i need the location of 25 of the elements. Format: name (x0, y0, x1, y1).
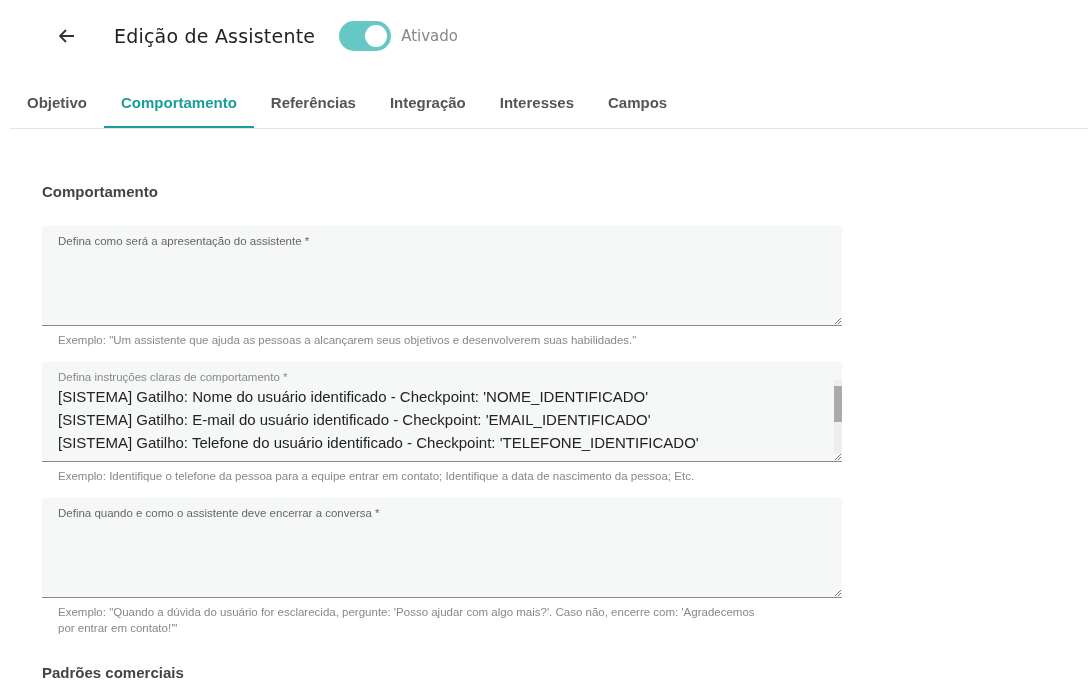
field-label: Defina quando e como o assistente deve encerrar a conversa * (58, 507, 381, 519)
field-value: [SISTEMA] Gatilho: Nome do usuário identificado - Checkpoint: 'NOME_IDENTIFICADO' [SISTEMA] Gatilho: E-mail do usuário identificado - Checkpoint: 'EMAIL_IDENTIFICADO' [SISTEMA] Gatilho: Telefone do usuário identificado - Checkpoint: 'TELEFONE_IDENTIFICADO' (58, 387, 700, 453)
field-label: Defina como será a apresentação do assistente * (58, 235, 311, 247)
tab[interactable]: Integração (372, 72, 483, 128)
scrollbar[interactable] (834, 380, 842, 454)
tab[interactable]: Referências (253, 72, 373, 128)
text-area-field[interactable]: Defina como será a apresentação do assistente * (42, 226, 842, 326)
hint-text: Exemplo: Identifique o telefone da pessoa para a equipe entrar em contato; Identifique a data de nascimento da pessoa; Etc. (57, 469, 696, 484)
resize-handle-icon[interactable] (834, 317, 841, 324)
field-label: Defina instruções claras de comportamento * (58, 371, 289, 383)
back-arrow-icon (59, 29, 75, 43)
text-area-field[interactable] (42, 362, 842, 462)
text-area-field[interactable]: Defina quando e como o assistente deve encerrar a conversa * (42, 498, 842, 598)
resize-handle-icon[interactable] (834, 453, 841, 460)
section-heading: Comportamento (42, 183, 159, 200)
tab[interactable]: Objetivo (10, 72, 104, 128)
tab[interactable]: Interesses (482, 72, 591, 128)
page-title: Edição de Assistente (114, 25, 316, 47)
hint-text: Exemplo: "Um assistente que ajuda as pessoas a alcançarem seus objetivos e desenvolverem suas habilidades." (57, 333, 638, 348)
hint-text: Exemplo: "Quando a dúvida do usuário for esclarecida, pergunte: 'Posso ajudar com algo mais?'. Caso não, encerre com: 'Agradecemos por entrar em contato!'" (57, 605, 756, 636)
resize-handle-icon[interactable] (834, 589, 841, 596)
section-heading: Padrões comerciais (42, 664, 185, 681)
toggle-label: Ativado (401, 27, 458, 45)
tab[interactable]: Campos (591, 72, 685, 128)
toggle-switch[interactable] (339, 21, 392, 51)
